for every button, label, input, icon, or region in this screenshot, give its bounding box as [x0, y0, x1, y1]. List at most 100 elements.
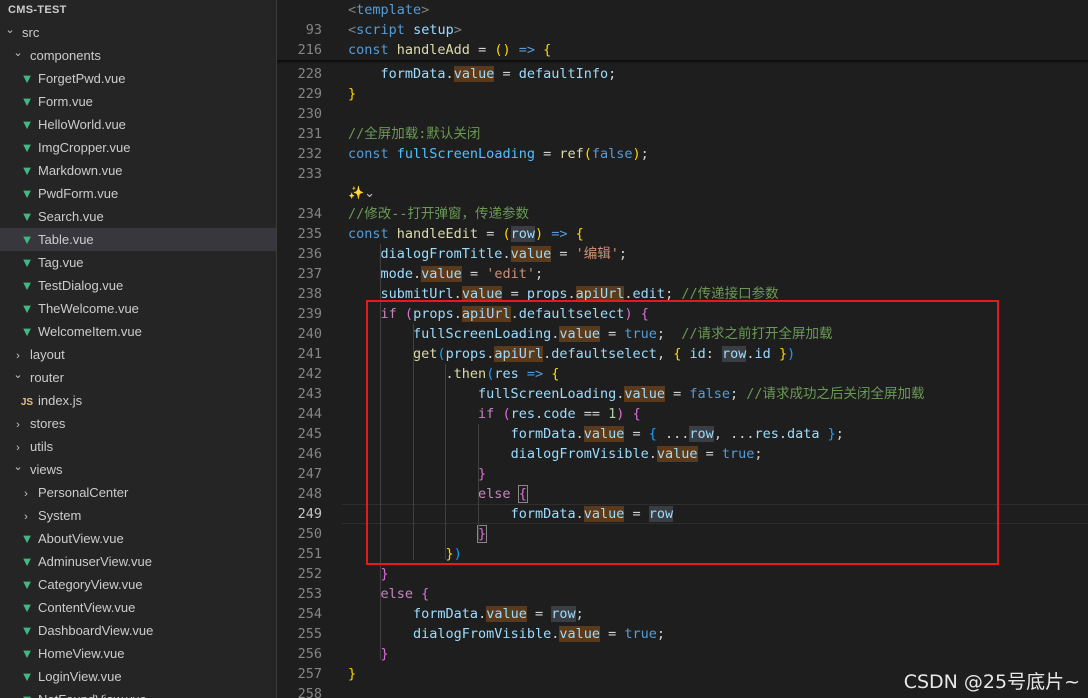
vue-file-icon: ▼	[20, 140, 34, 155]
code-line[interactable]: 228 formData.value = defaultInfo;	[277, 64, 1088, 84]
code-text: }	[348, 666, 357, 682]
tree-item[interactable]: ⌄ views	[0, 458, 276, 481]
tree-item-label: LoginView.vue	[38, 669, 122, 684]
line-number: 253	[297, 586, 322, 602]
tree-item[interactable]: ▼ Form.vue	[0, 90, 276, 113]
tree-item-label: views	[30, 462, 63, 477]
code-line[interactable]: 234 //修改--打开弹窗，传递参数	[277, 204, 1088, 224]
line-number: 249	[297, 506, 322, 522]
line-number: 243	[297, 386, 322, 402]
tree-item-label: DashboardView.vue	[38, 623, 154, 638]
tree-item[interactable]: ⌄ router	[0, 366, 276, 389]
code-line[interactable]: 232 const fullScreenLoading = ref(false);	[277, 144, 1088, 164]
tree-item[interactable]: › stores	[0, 412, 276, 435]
tree-item-label: HelloWorld.vue	[38, 117, 126, 132]
chevron-down-icon: ⌄	[13, 461, 23, 473]
sticky-line[interactable]: 93 <script setup>	[277, 20, 1088, 40]
line-number: 237	[297, 266, 322, 282]
tree-item[interactable]: ▼ NotFoundView.vue	[0, 688, 276, 698]
tree-item[interactable]: ⌄ components	[0, 44, 276, 67]
line-number: 255	[297, 626, 322, 642]
tree-item-label: CategoryView.vue	[38, 577, 143, 592]
tree-item[interactable]: ▼ PwdForm.vue	[0, 182, 276, 205]
tree-item[interactable]: ▼ ContentView.vue	[0, 596, 276, 619]
code-line[interactable]: 256 }	[277, 644, 1088, 664]
tree-item[interactable]: ▼ TheWelcome.vue	[0, 297, 276, 320]
vue-file-icon: ▼	[20, 278, 34, 293]
tree-item-label: Markdown.vue	[38, 163, 123, 178]
line-number: 229	[297, 86, 322, 102]
tree-item[interactable]: ▼ TestDialog.vue	[0, 274, 276, 297]
line-number: 238	[297, 286, 322, 302]
explorer-root-title[interactable]: CMS-TEST	[0, 0, 276, 20]
tree-item[interactable]: ▼ LoginView.vue	[0, 665, 276, 688]
tree-item[interactable]: JS index.js	[0, 389, 276, 412]
code-line[interactable]: 236 dialogFromTitle.value = '编辑';	[277, 244, 1088, 264]
code-line[interactable]: 237 mode.value = 'edit';	[277, 264, 1088, 284]
code-line[interactable]: 235 const handleEdit = (row) => {	[277, 224, 1088, 244]
vue-file-icon: ▼	[20, 600, 34, 615]
tree-item-label: TheWelcome.vue	[38, 301, 139, 316]
code-line[interactable]: 254 formData.value = row;	[277, 604, 1088, 624]
tree-item[interactable]: ▼ ImgCropper.vue	[0, 136, 276, 159]
line-number: 242	[297, 366, 322, 382]
explorer-root-label: CMS-TEST	[8, 4, 67, 16]
line-number: 245	[297, 426, 322, 442]
tree-item-label: stores	[30, 416, 66, 431]
line-number: 234	[297, 206, 322, 222]
vue-file-icon: ▼	[20, 117, 34, 132]
tree-item-label: components	[30, 48, 101, 63]
watermark: CSDN @25号底片~	[903, 671, 1080, 693]
line-number: 231	[297, 126, 322, 142]
tree-item[interactable]: › utils	[0, 435, 276, 458]
tree-item[interactable]: › PersonalCenter	[0, 481, 276, 504]
line-number: 257	[297, 666, 322, 682]
tree-item[interactable]: ▼ AboutView.vue	[0, 527, 276, 550]
line-number: 248	[297, 486, 322, 502]
code-line[interactable]: 233	[277, 164, 1088, 184]
line-number: 233	[297, 166, 322, 182]
code-text: else {	[380, 586, 430, 602]
tree-item[interactable]: ▼ CategoryView.vue	[0, 573, 276, 596]
line-number: 251	[297, 546, 322, 562]
code-line[interactable]: 231 //全屏加载:默认关闭	[277, 124, 1088, 144]
code-line[interactable]: 252 }	[277, 564, 1088, 584]
tree-item[interactable]: ▼ Search.vue	[0, 205, 276, 228]
code-line[interactable]: 255 dialogFromVisible.value = true;	[277, 624, 1088, 644]
sticky-line[interactable]: <template>	[277, 0, 1088, 20]
tree-item[interactable]: ▼ HomeView.vue	[0, 642, 276, 665]
tree-item[interactable]: ▼ DashboardView.vue	[0, 619, 276, 642]
tree-item-label: Tag.vue	[38, 255, 84, 270]
code-line[interactable]: 230	[277, 104, 1088, 124]
line-number: 93	[305, 22, 322, 38]
sticky-line[interactable]: 216 const handleAdd = () => {	[277, 40, 1088, 60]
code-text: }	[348, 86, 357, 102]
vue-file-icon: ▼	[20, 71, 34, 86]
code-line[interactable]: 229}	[277, 84, 1088, 104]
tree-item-label: PwdForm.vue	[38, 186, 119, 201]
tree-item[interactable]: › layout	[0, 343, 276, 366]
ai-sparkle-icon[interactable]: ✨⌄	[348, 184, 375, 204]
vue-file-icon: ▼	[20, 554, 34, 569]
tree-item[interactable]: ▼ ForgetPwd.vue	[0, 67, 276, 90]
code-lens-line[interactable]: ✨⌄	[277, 184, 1088, 204]
vue-file-icon: ▼	[20, 163, 34, 178]
tree-item[interactable]: ▼ WelcomeItem.vue	[0, 320, 276, 343]
tree-item[interactable]: ▼ AdminuserView.vue	[0, 550, 276, 573]
tree-item[interactable]: ▼ Tag.vue	[0, 251, 276, 274]
tree-item[interactable]: › System	[0, 504, 276, 527]
tree-item[interactable]: ⌄ src	[0, 21, 276, 44]
tree-item[interactable]: ▼ HelloWorld.vue	[0, 113, 276, 136]
tree-item-label: AboutView.vue	[38, 531, 124, 546]
line-number: 256	[297, 646, 322, 662]
line-number: 246	[297, 446, 322, 462]
tree-item-label: NotFoundView.vue	[38, 692, 147, 698]
tree-item[interactable]: ▼ Table.vue	[0, 228, 276, 251]
tree-item[interactable]: ▼ Markdown.vue	[0, 159, 276, 182]
tree-item-label: System	[38, 508, 82, 523]
tree-item-label: ForgetPwd.vue	[38, 71, 126, 86]
line-number: 230	[297, 106, 322, 122]
code-text: const handleAdd = () => {	[348, 42, 552, 58]
code-line[interactable]: 253 else {	[277, 584, 1088, 604]
line-number: 254	[297, 606, 322, 622]
